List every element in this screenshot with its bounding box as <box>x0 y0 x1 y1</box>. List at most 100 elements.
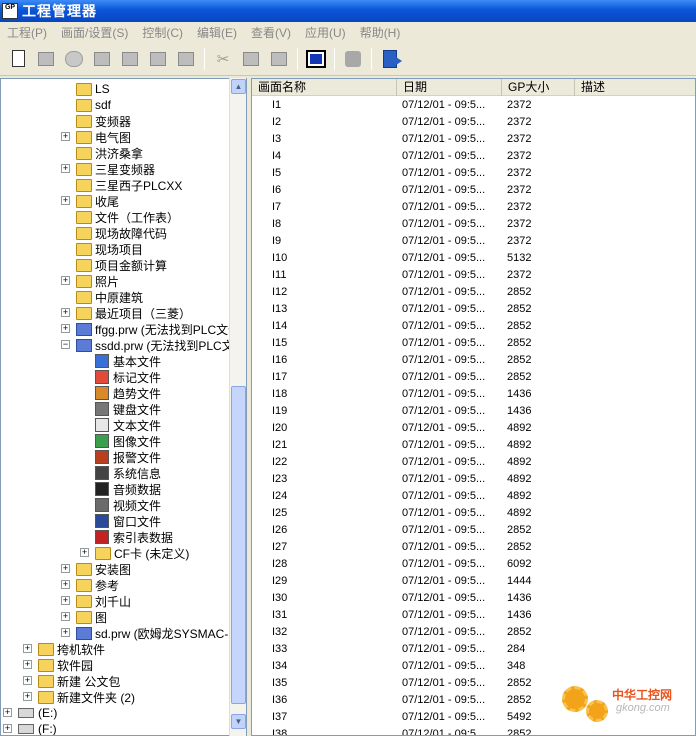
table-row[interactable]: I17 07/12/01 - 09:5... 2852 <box>252 369 695 386</box>
open-button[interactable] <box>34 47 58 71</box>
tree-item[interactable]: + 三星变频器 <box>61 161 155 177</box>
transfer-button[interactable] <box>118 47 142 71</box>
tree-item[interactable]: + 刘千山 <box>61 593 131 609</box>
table-row[interactable]: I14 07/12/01 - 09:5... 2852 <box>252 318 695 335</box>
tree-item[interactable]: 视频文件 <box>95 497 161 513</box>
table-row[interactable]: I25 07/12/01 - 09:5... 4892 <box>252 505 695 522</box>
menu-view[interactable]: 查看(V) <box>244 24 298 41</box>
table-row[interactable]: I30 07/12/01 - 09:5... 1436 <box>252 590 695 607</box>
tree-item[interactable]: + 图 <box>61 609 107 625</box>
tree-item[interactable]: 三星西子PLCXX <box>76 177 182 193</box>
tree-item[interactable]: − ssdd.prw (无法找到PLC文件 <box>61 337 246 353</box>
screen-list-button[interactable] <box>304 47 328 71</box>
paste-button[interactable] <box>267 47 291 71</box>
tree-item[interactable]: + 新建 公文包 <box>23 673 120 689</box>
tree-item[interactable]: 现场项目 <box>76 241 143 257</box>
table-row[interactable]: I16 07/12/01 - 09:5... 2852 <box>252 352 695 369</box>
tree-item[interactable]: 项目金额计算 <box>76 257 167 273</box>
table-row[interactable]: I5 07/12/01 - 09:5... 2372 <box>252 165 695 182</box>
menu-help[interactable]: 帮助(H) <box>353 24 408 41</box>
table-row[interactable]: I6 07/12/01 - 09:5... 2372 <box>252 182 695 199</box>
cut-button[interactable]: ✂ <box>211 47 235 71</box>
tree-item[interactable]: + 收尾 <box>61 193 119 209</box>
plugin-button[interactable] <box>341 47 365 71</box>
tree-item[interactable]: + 挎机软件 <box>23 641 105 657</box>
table-row[interactable]: I31 07/12/01 - 09:5... 1436 <box>252 607 695 624</box>
collapse-icon[interactable]: − <box>61 340 70 349</box>
tree-item[interactable]: + ffgg.prw (无法找到PLC文件 <box>61 321 240 337</box>
table-row[interactable]: I21 07/12/01 - 09:5... 4892 <box>252 437 695 454</box>
tree-item[interactable]: LS <box>76 81 110 97</box>
table-row[interactable]: I34 07/12/01 - 09:5... 348 <box>252 658 695 675</box>
column-header-date[interactable]: 日期 <box>397 79 502 96</box>
expand-icon[interactable]: + <box>61 132 70 141</box>
tree-item[interactable]: 标记文件 <box>95 369 161 385</box>
expand-icon[interactable]: + <box>23 644 32 653</box>
expand-icon[interactable]: + <box>61 196 70 205</box>
table-row[interactable]: I12 07/12/01 - 09:5... 2852 <box>252 284 695 301</box>
menu-edit[interactable]: 编辑(E) <box>190 24 244 41</box>
tree-item[interactable]: 中原建筑 <box>76 289 143 305</box>
table-row[interactable]: I3 07/12/01 - 09:5... 2372 <box>252 131 695 148</box>
table-row[interactable]: I4 07/12/01 - 09:5... 2372 <box>252 148 695 165</box>
table-row[interactable]: I23 07/12/01 - 09:5... 4892 <box>252 471 695 488</box>
expand-icon[interactable]: + <box>61 612 70 621</box>
expand-icon[interactable]: + <box>61 596 70 605</box>
table-row[interactable]: I27 07/12/01 - 09:5... 2852 <box>252 539 695 556</box>
tree-item[interactable]: + 新建文件夹 (2) <box>23 689 135 705</box>
menu-application[interactable]: 应用(U) <box>298 24 353 41</box>
expand-icon[interactable]: + <box>61 628 70 637</box>
table-row[interactable]: I22 07/12/01 - 09:5... 4892 <box>252 454 695 471</box>
table-row[interactable]: I20 07/12/01 - 09:5... 4892 <box>252 420 695 437</box>
print-button[interactable] <box>174 47 198 71</box>
table-row[interactable]: I2 07/12/01 - 09:5... 2372 <box>252 114 695 131</box>
tree-item[interactable]: 键盘文件 <box>95 401 161 417</box>
clock-button[interactable] <box>62 47 86 71</box>
table-row[interactable]: I15 07/12/01 - 09:5... 2852 <box>252 335 695 352</box>
tree-item[interactable]: 趋势文件 <box>95 385 161 401</box>
table-row[interactable]: I19 07/12/01 - 09:5... 1436 <box>252 403 695 420</box>
column-header-size[interactable]: GP大小 <box>502 79 575 96</box>
menu-control[interactable]: 控制(C) <box>135 24 190 41</box>
table-row[interactable]: I13 07/12/01 - 09:5... 2852 <box>252 301 695 318</box>
expand-icon[interactable]: + <box>80 548 89 557</box>
expand-icon[interactable]: + <box>61 564 70 573</box>
tree-item[interactable]: 基本文件 <box>95 353 161 369</box>
tree-item[interactable]: + (E:) <box>3 705 57 721</box>
tree-item[interactable]: 文件（工作表） <box>76 209 179 225</box>
tree-item[interactable]: + 照片 <box>61 273 119 289</box>
tree-item[interactable]: + 安装图 <box>61 561 131 577</box>
tree-item[interactable]: 图像文件 <box>95 433 161 449</box>
tree-item[interactable]: + 软件园 <box>23 657 93 673</box>
tree-item[interactable]: 索引表数据 <box>95 529 173 545</box>
new-button[interactable] <box>6 47 30 71</box>
folder-tree[interactable]: LS sdf 变频器 + 电气图 洪济桑拿 + 三星变频器 三星西子PLCXX + 收尾 文件（工作表… <box>0 78 247 736</box>
table-row[interactable]: I7 07/12/01 - 09:5... 2372 <box>252 199 695 216</box>
table-row[interactable]: I10 07/12/01 - 09:5... 5132 <box>252 250 695 267</box>
exit-button[interactable] <box>378 47 402 71</box>
tree-item[interactable]: + (F:) <box>3 721 57 735</box>
tree-item[interactable]: + 参考 <box>61 577 119 593</box>
table-row[interactable]: I24 07/12/01 - 09:5... 4892 <box>252 488 695 505</box>
tree-item[interactable]: 窗口文件 <box>95 513 161 529</box>
table-row[interactable]: I29 07/12/01 - 09:5... 1444 <box>252 573 695 590</box>
tree-item[interactable]: 音频数据 <box>95 481 161 497</box>
expand-icon[interactable]: + <box>61 308 70 317</box>
tree-item[interactable]: 报警文件 <box>95 449 161 465</box>
scroll-down-icon[interactable]: ▼ <box>231 714 246 729</box>
table-row[interactable]: I28 07/12/01 - 09:5... 6092 <box>252 556 695 573</box>
menu-project[interactable]: 工程(P) <box>0 24 54 41</box>
menu-screen-settings[interactable]: 画面/设置(S) <box>54 24 135 41</box>
scroll-up-icon[interactable]: ▲ <box>231 79 246 94</box>
tree-item[interactable]: 洪济桑拿 <box>76 145 143 161</box>
column-header-name[interactable]: 画面名称 <box>252 79 397 96</box>
expand-icon[interactable]: + <box>61 324 70 333</box>
expand-icon[interactable]: + <box>3 724 12 733</box>
table-row[interactable]: I11 07/12/01 - 09:5... 2372 <box>252 267 695 284</box>
expand-icon[interactable]: + <box>61 164 70 173</box>
window-button[interactable] <box>146 47 170 71</box>
tree-item[interactable]: + 最近项目（三菱） <box>61 305 191 321</box>
table-row[interactable]: I32 07/12/01 - 09:5... 2852 <box>252 624 695 641</box>
tree-item[interactable]: 现场故障代码 <box>76 225 167 241</box>
tree-item[interactable]: + CF卡 (未定义) <box>80 545 189 561</box>
